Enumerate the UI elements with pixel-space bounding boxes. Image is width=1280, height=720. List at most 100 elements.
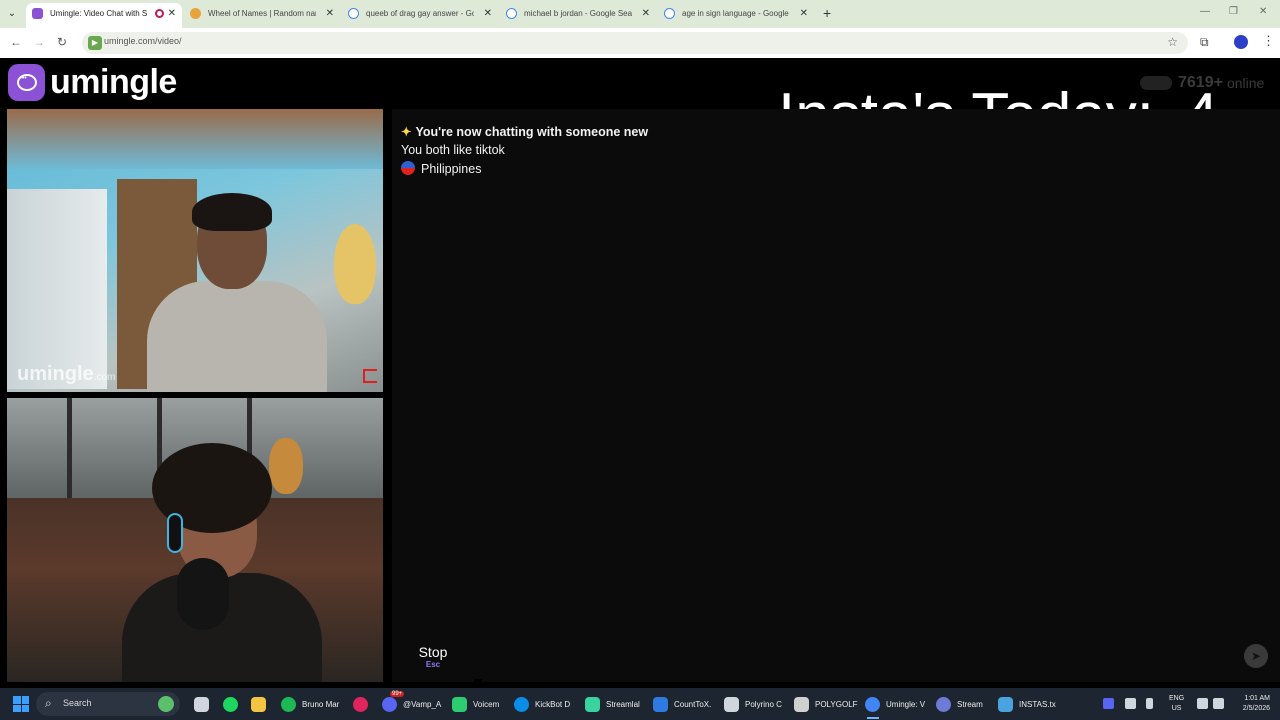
taskbar-app-discord[interactable]: 99+ @Vamp_A bbox=[382, 691, 442, 714]
bookmark-star-icon[interactable]: ☆ bbox=[1167, 35, 1178, 49]
taskbar-app-voicemod[interactable]: Voicem bbox=[452, 694, 499, 714]
chat-controls: Stop Esc ➤ bbox=[392, 623, 1280, 683]
taskbar-app-kickbot[interactable]: KickBot D bbox=[514, 694, 570, 714]
taskbar-app-label: Polyrino C bbox=[745, 699, 782, 709]
discord-tray-icon[interactable] bbox=[1103, 698, 1114, 709]
taskbar-app-chrome[interactable]: Umingle: V bbox=[865, 694, 926, 719]
back-icon[interactable]: ← bbox=[10, 35, 22, 49]
windows-start-icon[interactable] bbox=[13, 696, 29, 712]
language-indicator[interactable]: ENG US bbox=[1169, 694, 1184, 714]
sync-tray-icon[interactable] bbox=[1125, 698, 1136, 709]
profile-avatar[interactable] bbox=[1234, 35, 1248, 49]
streamlabs-icon bbox=[585, 696, 600, 712]
app-icon bbox=[223, 696, 238, 712]
taskbar-app-label: Voicem bbox=[473, 699, 500, 709]
google-favicon-icon bbox=[348, 8, 359, 19]
wheel-favicon-icon bbox=[190, 8, 201, 19]
taskbar-app-explorer[interactable] bbox=[251, 694, 272, 714]
window-close-icon[interactable]: ✕ bbox=[1259, 6, 1267, 17]
stop-button[interactable]: Stop Esc bbox=[392, 627, 474, 682]
notification-badge: 99+ bbox=[390, 691, 405, 697]
reload-icon[interactable]: ↻ bbox=[57, 35, 67, 49]
windows-taskbar: ⌕ Search Bruno Mar 99+ @Vamp_A Voicem Kic… bbox=[0, 688, 1280, 720]
plus-icon[interactable]: + bbox=[823, 5, 831, 21]
send-icon[interactable]: ➤ bbox=[1244, 644, 1268, 668]
taskbar-app-1[interactable] bbox=[223, 694, 244, 714]
tab-label: michael b jordan - Google Sear bbox=[524, 9, 632, 18]
system-clock[interactable]: 1:01 AM 2/5/2026 bbox=[1232, 694, 1270, 714]
shelf-scene bbox=[7, 189, 107, 389]
taskbar-app-label: INSTAS.tx bbox=[1019, 699, 1056, 709]
self-video bbox=[7, 398, 383, 682]
stop-label: Stop bbox=[418, 644, 448, 660]
chrome-icon bbox=[865, 696, 880, 712]
tab-label: queeb of drag gay answer - Go bbox=[366, 9, 474, 18]
umingle-watermark: umingle.com bbox=[17, 363, 115, 386]
tab-google-search-2[interactable]: michael b jordan - Google Sear ✕ bbox=[500, 3, 656, 25]
vscode-icon bbox=[653, 696, 668, 712]
sparkle-icon: ✦ bbox=[401, 125, 412, 139]
window-icon bbox=[794, 696, 809, 712]
tab-wheel-of-names[interactable]: Wheel of Names | Random nam ✕ bbox=[184, 3, 340, 25]
url-text[interactable]: umingle.com/video/ bbox=[104, 36, 182, 46]
message-input[interactable] bbox=[482, 627, 1280, 682]
taskbar-app-label: KickBot D bbox=[535, 699, 571, 709]
lang-top: ENG bbox=[1169, 695, 1185, 702]
taskbar-app-label: Umingle: V bbox=[886, 699, 926, 709]
taskbar-app-task-view[interactable] bbox=[194, 694, 215, 714]
search-label: Search bbox=[63, 698, 92, 708]
extensions-icon[interactable]: ⧉ bbox=[1200, 35, 1209, 50]
minimize-icon[interactable]: — bbox=[1200, 6, 1210, 17]
recording-icon bbox=[155, 9, 164, 18]
tab-search-icon[interactable]: ⌄ bbox=[5, 7, 19, 21]
report-flag-icon[interactable] bbox=[363, 369, 377, 383]
close-tab-icon[interactable]: ✕ bbox=[484, 3, 492, 25]
guitar-scene bbox=[334, 224, 376, 304]
close-tab-icon[interactable]: ✕ bbox=[326, 3, 334, 25]
taskbar-app-vscode[interactable]: CountToX. bbox=[653, 694, 711, 714]
tab-google-search-3[interactable]: age in sign language - Google ✕ bbox=[658, 3, 814, 25]
chat-bubble-icon bbox=[8, 63, 45, 101]
close-tab-icon[interactable]: ✕ bbox=[800, 3, 808, 25]
taskbar-search[interactable]: ⌕ Search bbox=[36, 692, 180, 716]
forward-icon[interactable]: → bbox=[33, 35, 45, 49]
microphone-tray-icon[interactable] bbox=[1146, 698, 1153, 709]
watermark-suffix: .com bbox=[93, 372, 116, 383]
close-tab-icon[interactable]: ✕ bbox=[168, 3, 176, 25]
taskbar-app-label: Streamlal bbox=[606, 699, 640, 709]
volume-icon[interactable] bbox=[1213, 698, 1224, 709]
tab-label: age in sign language - Google bbox=[682, 9, 789, 18]
taskbar-app-notepad[interactable]: INSTAS.tx bbox=[998, 694, 1056, 714]
tab-google-search-1[interactable]: queeb of drag gay answer - Go ✕ bbox=[342, 3, 498, 25]
address-bar[interactable]: ▶ umingle.com/video/ ☆ bbox=[82, 32, 1188, 54]
chat-message-text: You're now chatting with someone new bbox=[415, 125, 649, 139]
close-tab-icon[interactable]: ✕ bbox=[642, 3, 650, 25]
spotify-icon bbox=[281, 696, 296, 712]
tab-umingle[interactable]: Umingle: Video Chat with S ✕ bbox=[26, 3, 182, 28]
notepad-icon bbox=[998, 696, 1013, 712]
umingle-logo[interactable]: umingle bbox=[8, 63, 177, 101]
camera-site-icon[interactable]: ▶ bbox=[88, 36, 102, 50]
taskbar-app-opera[interactable] bbox=[353, 694, 374, 714]
clock-date: 2/5/2026 bbox=[1242, 705, 1270, 712]
taskbar-app-polyrino[interactable]: Polyrino C bbox=[724, 694, 782, 714]
search-icon: ⌕ bbox=[45, 696, 52, 710]
task-view-icon bbox=[194, 696, 209, 712]
pen-icon bbox=[724, 696, 739, 712]
chat-log: ✦ You're now chatting with someone new Yo… bbox=[392, 109, 1280, 679]
wifi-icon[interactable] bbox=[1197, 698, 1208, 709]
edge-icon bbox=[514, 696, 529, 712]
voicemod-icon bbox=[452, 696, 467, 712]
taskbar-app-stream[interactable]: Stream bbox=[936, 694, 983, 714]
taskbar-app-label: Stream bbox=[957, 699, 983, 709]
folder-icon bbox=[251, 696, 266, 712]
chat-message: Philippines bbox=[401, 161, 481, 176]
taskbar-app-spotify[interactable]: Bruno Mar bbox=[281, 694, 339, 714]
taskbar-app-streamlabs[interactable]: Streamlal bbox=[585, 694, 640, 714]
taskbar-app-label: @Vamp_A bbox=[403, 699, 442, 709]
taskbar-app-label: Bruno Mar bbox=[302, 699, 340, 709]
restore-icon[interactable]: ❐ bbox=[1229, 6, 1238, 17]
taskbar-app-label: POLYGOLF bbox=[815, 699, 858, 709]
more-menu-icon[interactable]: ⋮ bbox=[1262, 33, 1275, 49]
taskbar-app-polygolf[interactable]: POLYGOLF bbox=[794, 694, 858, 714]
